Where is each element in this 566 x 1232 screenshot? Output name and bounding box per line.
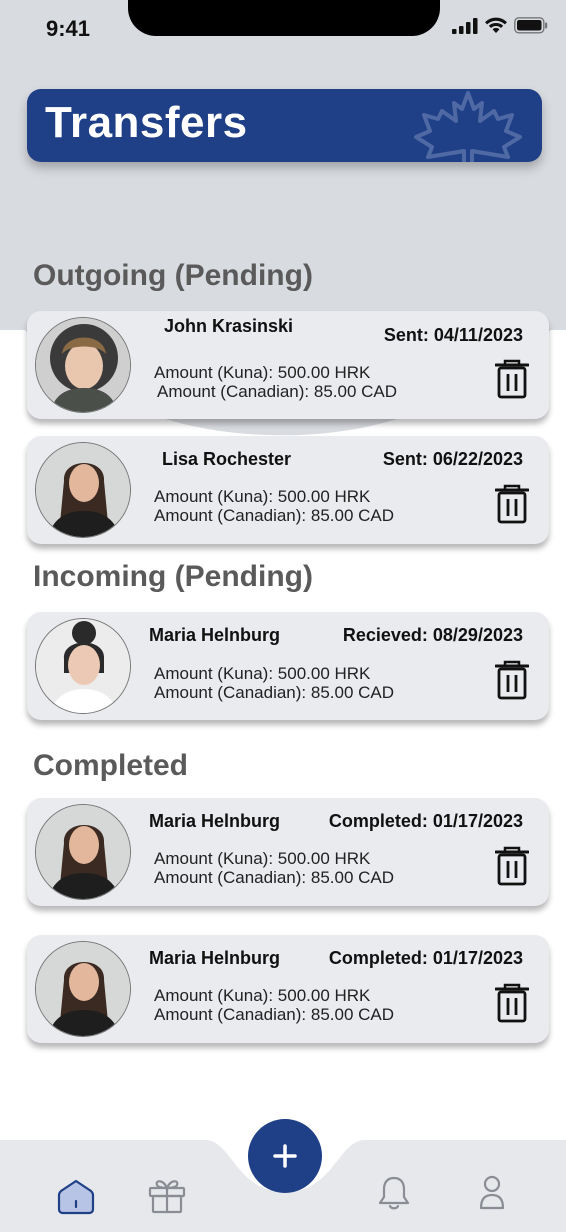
profile-icon[interactable] (479, 1175, 505, 1211)
amount-cad: Amount (Canadian): 85.00 CAD (154, 1005, 395, 1024)
avatar (35, 442, 131, 538)
bell-icon[interactable] (378, 1175, 410, 1211)
page-title-banner: Transfers (27, 89, 542, 162)
transfer-card[interactable]: Maria Helnburg Recieved: 08/29/2023 Amou… (27, 612, 549, 720)
transfer-date: Sent: 06/22/2023 (382, 449, 523, 469)
sender-name: Maria Helnburg (149, 625, 281, 645)
transfer-date: Completed: 01/17/2023 (328, 948, 523, 968)
wifi-icon (485, 17, 507, 33)
trash-icon[interactable] (495, 846, 529, 886)
battery-icon (514, 17, 548, 34)
amount-kuna: Amount (Kuna): 500.00 HRK (154, 487, 371, 506)
home-icon[interactable] (57, 1179, 95, 1215)
avatar (35, 618, 131, 714)
amount-cad: Amount (Canadian): 85.00 CAD (157, 382, 398, 401)
transfer-card[interactable]: Maria Helnburg Completed: 01/17/2023 Amo… (27, 935, 549, 1043)
transfer-card[interactable]: Lisa Rochester Sent: 06/22/2023 Amount (… (27, 436, 549, 544)
status-bar: 9:41 (0, 0, 566, 60)
amount-kuna: Amount (Kuna): 500.00 HRK (154, 664, 371, 683)
status-time: 9:41 (46, 16, 91, 41)
section-title-completed: Completed (33, 749, 189, 782)
avatar (35, 317, 131, 413)
gift-icon[interactable] (148, 1176, 186, 1214)
sender-name: John Krasinski (164, 316, 294, 336)
amount-cad: Amount (Canadian): 85.00 CAD (154, 506, 395, 525)
status-icons (452, 17, 548, 34)
avatar (35, 941, 131, 1037)
trash-icon[interactable] (495, 660, 529, 700)
transfer-card[interactable]: Maria Helnburg Completed: 01/17/2023 Amo… (27, 798, 549, 906)
amount-kuna: Amount (Kuna): 500.00 HRK (154, 849, 371, 868)
maple-leaf-icon (414, 91, 522, 162)
add-transfer-button[interactable] (248, 1119, 322, 1193)
sender-name: Maria Helnburg (149, 948, 281, 968)
amount-cad: Amount (Canadian): 85.00 CAD (154, 683, 395, 702)
amount-kuna: Amount (Kuna): 500.00 HRK (154, 363, 371, 382)
trash-icon[interactable] (495, 484, 529, 524)
section-title-outgoing: Outgoing (Pending) (33, 259, 313, 292)
transfer-date: Recieved: 08/29/2023 (342, 625, 523, 645)
amount-cad: Amount (Canadian): 85.00 CAD (154, 868, 395, 887)
transfer-date: Sent: 04/11/2023 (383, 325, 523, 345)
signal-icon (452, 17, 478, 34)
device-notch (128, 0, 440, 36)
sender-name: Lisa Rochester (162, 449, 292, 469)
transfer-card[interactable]: John Krasinski Sent: 04/11/2023 Amount (… (27, 311, 549, 419)
page-title: Transfers (45, 98, 248, 147)
avatar (35, 804, 131, 900)
amount-kuna: Amount (Kuna): 500.00 HRK (154, 986, 371, 1005)
trash-icon[interactable] (495, 983, 529, 1023)
plus-icon (273, 1144, 297, 1168)
trash-icon[interactable] (495, 359, 529, 399)
transfer-date: Completed: 01/17/2023 (328, 811, 523, 831)
sender-name: Maria Helnburg (149, 811, 281, 831)
section-title-incoming: Incoming (Pending) (33, 560, 313, 593)
